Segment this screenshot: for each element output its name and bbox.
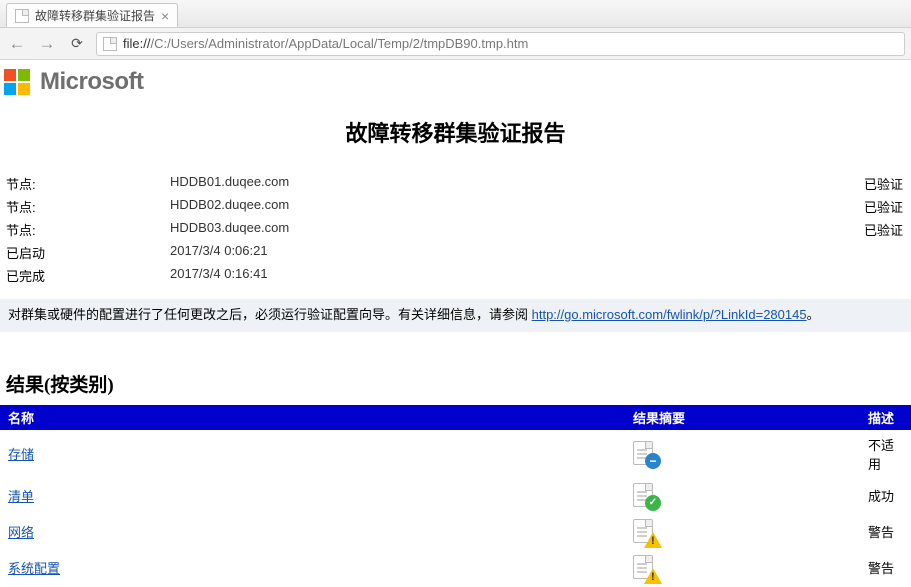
category-link[interactable]: 网络 bbox=[8, 525, 34, 540]
table-row: 清单 成功 bbox=[0, 478, 911, 514]
meta-row: 已完成 2017/3/4 0:16:41 bbox=[0, 264, 911, 287]
row-desc: 警告 bbox=[860, 550, 911, 586]
address-bar[interactable]: file:///C:/Users/Administrator/AppData/L… bbox=[96, 32, 905, 56]
meta-table: 节点: HDDB01.duqee.com 已验证 节点: HDDB02.duqe… bbox=[0, 172, 911, 287]
status-warning-icon bbox=[633, 519, 659, 545]
col-desc: 描述 bbox=[860, 405, 911, 430]
table-row: 存储 不适用 bbox=[0, 430, 911, 478]
col-summary: 结果摘要 bbox=[625, 405, 860, 430]
notice-text-end: 。 bbox=[807, 307, 820, 322]
category-link[interactable]: 系统配置 bbox=[8, 561, 60, 576]
close-icon[interactable]: × bbox=[161, 9, 169, 23]
meta-value: HDDB03.duqee.com bbox=[170, 218, 851, 241]
meta-value: 2017/3/4 0:06:21 bbox=[170, 241, 851, 264]
file-icon bbox=[15, 9, 29, 23]
table-header-row: 名称 结果摘要 描述 bbox=[0, 405, 911, 430]
tab-title: 故障转移群集验证报告 bbox=[35, 7, 155, 24]
status-warning-icon bbox=[633, 555, 659, 581]
status-na-icon bbox=[633, 441, 659, 467]
meta-row: 节点: HDDB01.duqee.com 已验证 bbox=[0, 172, 911, 195]
meta-value: 2017/3/4 0:16:41 bbox=[170, 264, 851, 287]
row-desc: 不适用 bbox=[860, 430, 911, 478]
meta-row: 节点: HDDB03.duqee.com 已验证 bbox=[0, 218, 911, 241]
row-desc: 成功 bbox=[860, 478, 911, 514]
brand-name: Microsoft bbox=[40, 68, 144, 96]
category-link[interactable]: 存储 bbox=[8, 447, 34, 462]
notice-link[interactable]: http://go.microsoft.com/fwlink/p/?LinkId… bbox=[532, 307, 807, 322]
notice-box: 对群集或硬件的配置进行了任何更改之后，必须运行验证配置向导。有关详细信息，请参阅… bbox=[0, 299, 911, 332]
file-icon bbox=[103, 37, 117, 51]
url-text: file:///C:/Users/Administrator/AppData/L… bbox=[123, 36, 528, 51]
notice-text: 对群集或硬件的配置进行了任何更改之后，必须运行验证配置向导。有关详细信息，请参阅 bbox=[8, 307, 532, 322]
meta-status bbox=[851, 241, 911, 264]
row-desc: 警告 bbox=[860, 514, 911, 550]
back-button[interactable]: ← bbox=[6, 33, 28, 55]
meta-label: 已启动 bbox=[0, 241, 170, 264]
table-row: 网络 警告 bbox=[0, 514, 911, 550]
reload-button[interactable]: ⟳ bbox=[66, 33, 88, 55]
forward-button[interactable]: → bbox=[36, 33, 58, 55]
category-link[interactable]: 清单 bbox=[8, 489, 34, 504]
microsoft-logo-icon bbox=[4, 69, 30, 95]
meta-label: 节点: bbox=[0, 218, 170, 241]
meta-value: HDDB01.duqee.com bbox=[170, 172, 851, 195]
results-table: 名称 结果摘要 描述 存储 不适用 清单 成功 网络 警告 系统配置 bbox=[0, 405, 911, 586]
address-toolbar: ← → ⟳ file:///C:/Users/Administrator/App… bbox=[0, 28, 911, 60]
browser-tab[interactable]: 故障转移群集验证报告 × bbox=[6, 3, 178, 27]
status-success-icon bbox=[633, 483, 659, 509]
page-content: Microsoft 故障转移群集验证报告 节点: HDDB01.duqee.co… bbox=[0, 60, 911, 586]
meta-row: 节点: HDDB02.duqee.com 已验证 bbox=[0, 195, 911, 218]
page-title: 故障转移群集验证报告 bbox=[0, 116, 911, 148]
url-path: /C:/Users/Administrator/AppData/Local/Te… bbox=[150, 36, 528, 51]
brand-header: Microsoft bbox=[0, 60, 911, 106]
meta-row: 已启动 2017/3/4 0:06:21 bbox=[0, 241, 911, 264]
meta-status: 已验证 bbox=[851, 172, 911, 195]
meta-label: 节点: bbox=[0, 172, 170, 195]
meta-value: HDDB02.duqee.com bbox=[170, 195, 851, 218]
meta-status: 已验证 bbox=[851, 195, 911, 218]
section-title: 结果(按类别) bbox=[6, 370, 911, 397]
meta-status: 已验证 bbox=[851, 218, 911, 241]
table-row: 系统配置 警告 bbox=[0, 550, 911, 586]
meta-label: 节点: bbox=[0, 195, 170, 218]
meta-status bbox=[851, 264, 911, 287]
browser-tab-bar: 故障转移群集验证报告 × bbox=[0, 0, 911, 28]
col-name: 名称 bbox=[0, 405, 625, 430]
url-scheme: file:// bbox=[123, 36, 150, 51]
meta-label: 已完成 bbox=[0, 264, 170, 287]
